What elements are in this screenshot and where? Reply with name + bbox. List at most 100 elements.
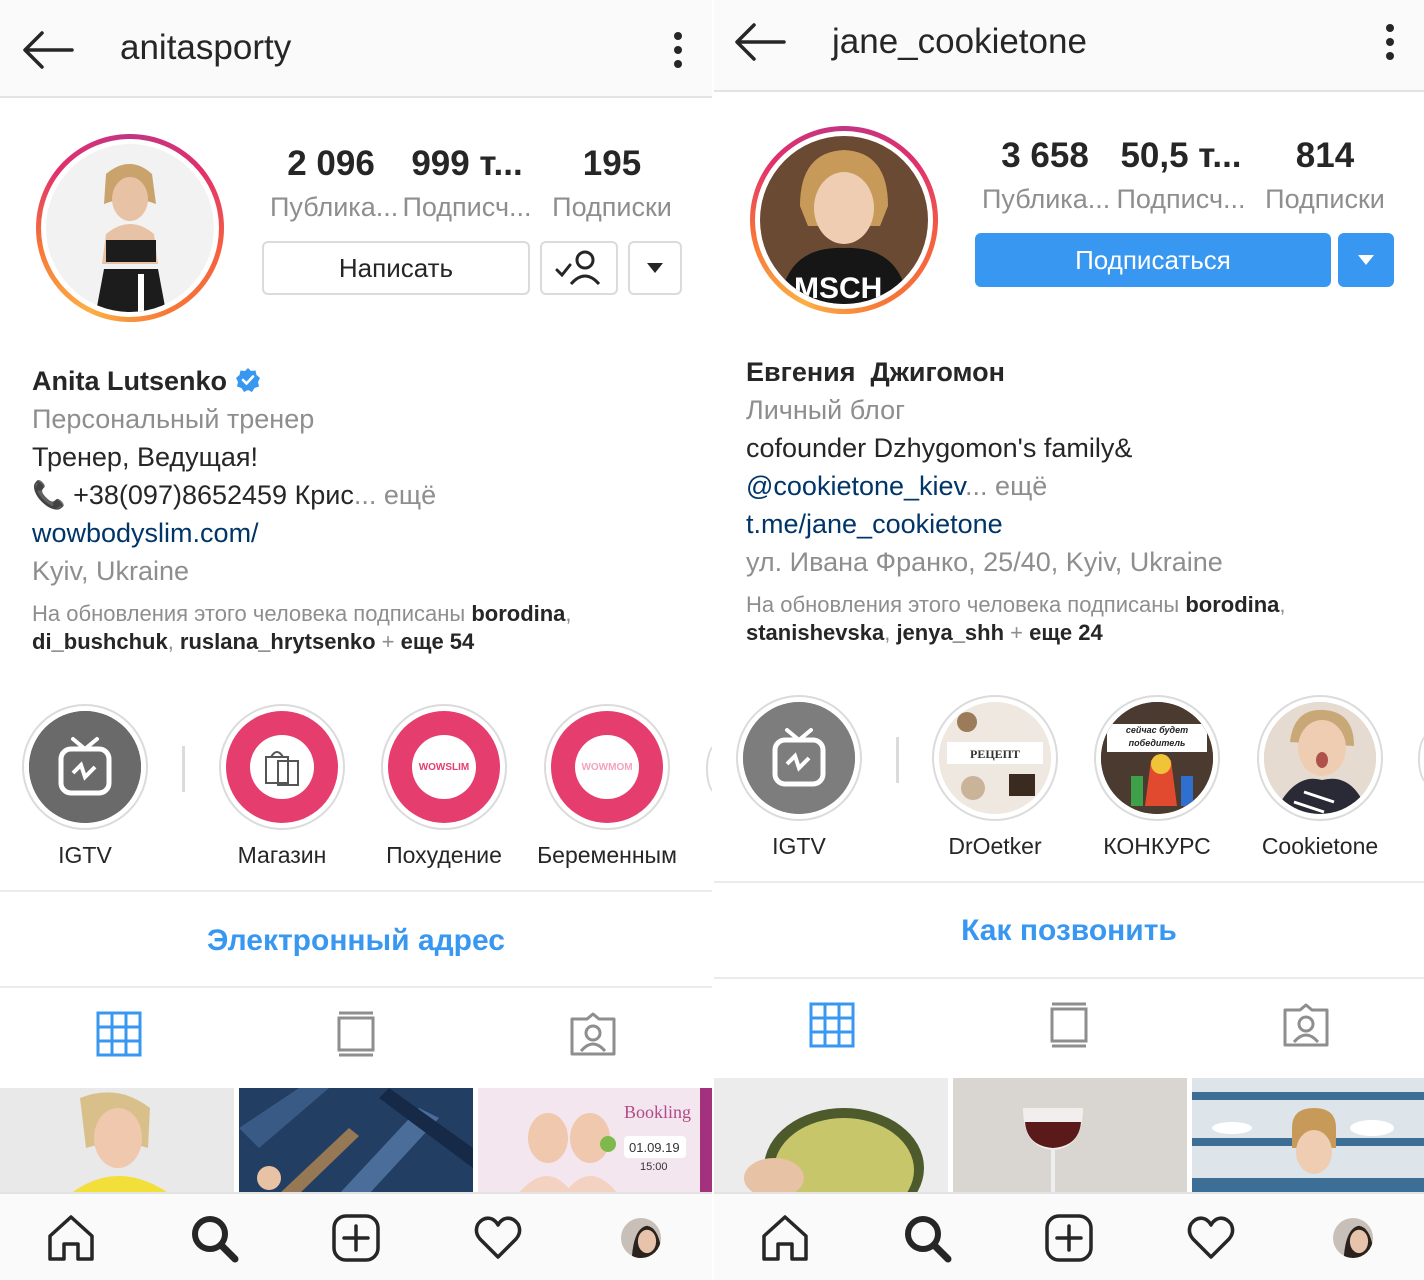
followed-by[interactable]: На обновления этого человека подписаны b… — [746, 591, 1408, 647]
follow-button[interactable]: Подписаться — [975, 233, 1331, 287]
stat-followers[interactable]: 999 т... Подписч... — [398, 144, 536, 223]
nav-search[interactable] — [856, 1194, 998, 1280]
more-options-icon[interactable] — [670, 30, 686, 70]
website-link[interactable]: t.me/jane_cookietone — [746, 505, 1408, 543]
highlight-label: DrOetker — [948, 833, 1042, 859]
location: Kyiv, Ukraine — [32, 556, 190, 586]
tab-grid[interactable] — [0, 990, 237, 1078]
more-link[interactable]: ... ещё — [965, 471, 1047, 501]
highlight-label: Магазин — [237, 842, 327, 868]
highlight-cookietone[interactable]: Cookietone — [1240, 695, 1400, 860]
post-thumbnail[interactable] — [714, 1078, 948, 1192]
highlight-label: IGTV — [58, 842, 112, 868]
profile-avatar[interactable]: MSCH — [750, 126, 938, 314]
bio-mention-row: @cookietone_kiev... ещё — [746, 467, 1408, 505]
stat-posts[interactable]: 2 096 Публика... — [270, 144, 399, 223]
stat-following[interactable]: 195 Подписки — [548, 144, 676, 223]
verified-badge-icon — [236, 368, 261, 392]
divider — [0, 890, 712, 892]
tab-tagged[interactable] — [475, 990, 712, 1078]
highlight-cover: WOWSLIM — [381, 704, 507, 830]
nav-home[interactable] — [0, 1194, 142, 1280]
profile-avatar-icon — [1333, 1218, 1373, 1258]
recipe-badge: РЕЦЕПТ — [970, 747, 1020, 761]
highlight-droetker[interactable]: РЕЦЕПТ DrOetker — [915, 695, 1075, 860]
highlights-divider — [896, 737, 899, 783]
message-button[interactable]: Написать — [262, 241, 530, 295]
highlight-cover — [1257, 695, 1383, 821]
post-thumbnail[interactable] — [0, 1088, 234, 1194]
posts-grid: Bookling 01.09.19 15:00 — [0, 1088, 712, 1194]
followed-by[interactable]: На обновления этого человека подписаны b… — [32, 600, 696, 656]
more-options-icon[interactable] — [1382, 22, 1398, 62]
follower-name[interactable]: borodina — [471, 601, 565, 626]
followers-label: Подписч... — [1116, 184, 1246, 214]
post-thumbnail[interactable] — [1192, 1078, 1424, 1192]
post-thumbnail[interactable] — [953, 1078, 1187, 1192]
profile-tabs — [0, 990, 712, 1078]
nav-activity[interactable] — [427, 1194, 569, 1280]
post-date: 01.09.19 — [629, 1140, 680, 1155]
nav-new-post[interactable] — [998, 1194, 1140, 1280]
back-arrow-icon[interactable] — [734, 22, 786, 62]
back-arrow-icon[interactable] — [22, 30, 74, 70]
follower-name[interactable]: di_bushchuk — [32, 629, 168, 654]
highlight-igtv[interactable]: IGTV — [5, 704, 165, 869]
follower-name[interactable]: ruslana_hrytsenko — [180, 629, 376, 654]
stat-posts[interactable]: 3 658 Публика... — [982, 136, 1110, 215]
post-thumbnail[interactable]: Bookling 01.09.19 15:00 — [478, 1088, 712, 1194]
following-label: Подписки — [1265, 184, 1385, 214]
followers-more[interactable]: еще 24 — [1029, 620, 1103, 645]
profile-tabs — [714, 981, 1424, 1069]
nav-new-post[interactable] — [285, 1194, 427, 1280]
tab-grid[interactable] — [714, 981, 951, 1069]
highlight-shop[interactable]: Магазин — [202, 704, 362, 869]
category: Персональный тренер — [32, 404, 315, 434]
contact-email-button[interactable]: Электронный адрес — [0, 924, 712, 958]
highlight-pregnant[interactable]: WOWMOM Беременным — [527, 704, 687, 869]
post-brand: Bookling — [624, 1102, 691, 1122]
igtv-icon — [743, 702, 855, 814]
follower-name[interactable]: borodina — [1185, 592, 1279, 617]
follower-name[interactable]: jenya_shh — [896, 620, 1004, 645]
profile-username: anitasporty — [120, 28, 292, 67]
mention-link[interactable]: @cookietone_kiev — [746, 471, 965, 501]
follower-name[interactable]: stanishevska — [746, 620, 884, 645]
followers-label: Подписч... — [402, 192, 532, 222]
stat-followers[interactable]: 50,5 т... Подписч... — [1112, 136, 1250, 215]
website-link[interactable]: wowbodyslim.com/ — [32, 514, 696, 552]
bottom-nav — [0, 1192, 712, 1280]
highlight-igtv[interactable]: IGTV — [719, 695, 879, 860]
suggested-dropdown-button[interactable] — [628, 241, 682, 295]
bio-phone: 📞 +38(097)8652459 Крис — [32, 480, 354, 510]
post-thumbnail[interactable] — [239, 1088, 473, 1194]
highlight-weight-loss[interactable]: WOWSLIM Похудение — [364, 704, 524, 869]
profile-avatar[interactable] — [36, 134, 224, 322]
user-check-icon — [555, 250, 601, 286]
nav-search[interactable] — [142, 1194, 284, 1280]
nav-home[interactable] — [714, 1194, 856, 1280]
category: Личный блог — [746, 395, 905, 425]
highlight-cover — [22, 704, 148, 830]
avatar-photo: MSCH — [760, 136, 928, 304]
nav-profile[interactable] — [570, 1194, 712, 1280]
followed-by-prefix: На обновления этого человека подписаны — [746, 592, 1186, 617]
more-link[interactable]: ... ещё — [354, 480, 436, 510]
followed-by-prefix: На обновления этого человека подписаны — [32, 601, 472, 626]
nav-profile[interactable] — [1282, 1194, 1424, 1280]
tab-tagged[interactable] — [1187, 981, 1424, 1069]
suggested-dropdown-button[interactable] — [1338, 233, 1394, 287]
tab-feed[interactable] — [237, 990, 474, 1078]
svg-text:MSCH: MSCH — [794, 272, 882, 304]
following-status-button[interactable] — [540, 241, 618, 295]
nav-activity[interactable] — [1140, 1194, 1282, 1280]
tab-feed[interactable] — [951, 981, 1188, 1069]
stat-following[interactable]: 814 Подписки — [1260, 136, 1390, 215]
highlight-cover — [219, 704, 345, 830]
highlight-label: Беременным — [537, 842, 677, 868]
followers-more[interactable]: еще 54 — [401, 629, 475, 654]
contact-call-button[interactable]: Как позвонить — [714, 914, 1424, 948]
tagged-icon — [570, 1012, 616, 1056]
posts-label: Публика... — [270, 192, 399, 222]
highlight-contest[interactable]: сейчас будет победитель КОНКУРС — [1077, 695, 1237, 860]
